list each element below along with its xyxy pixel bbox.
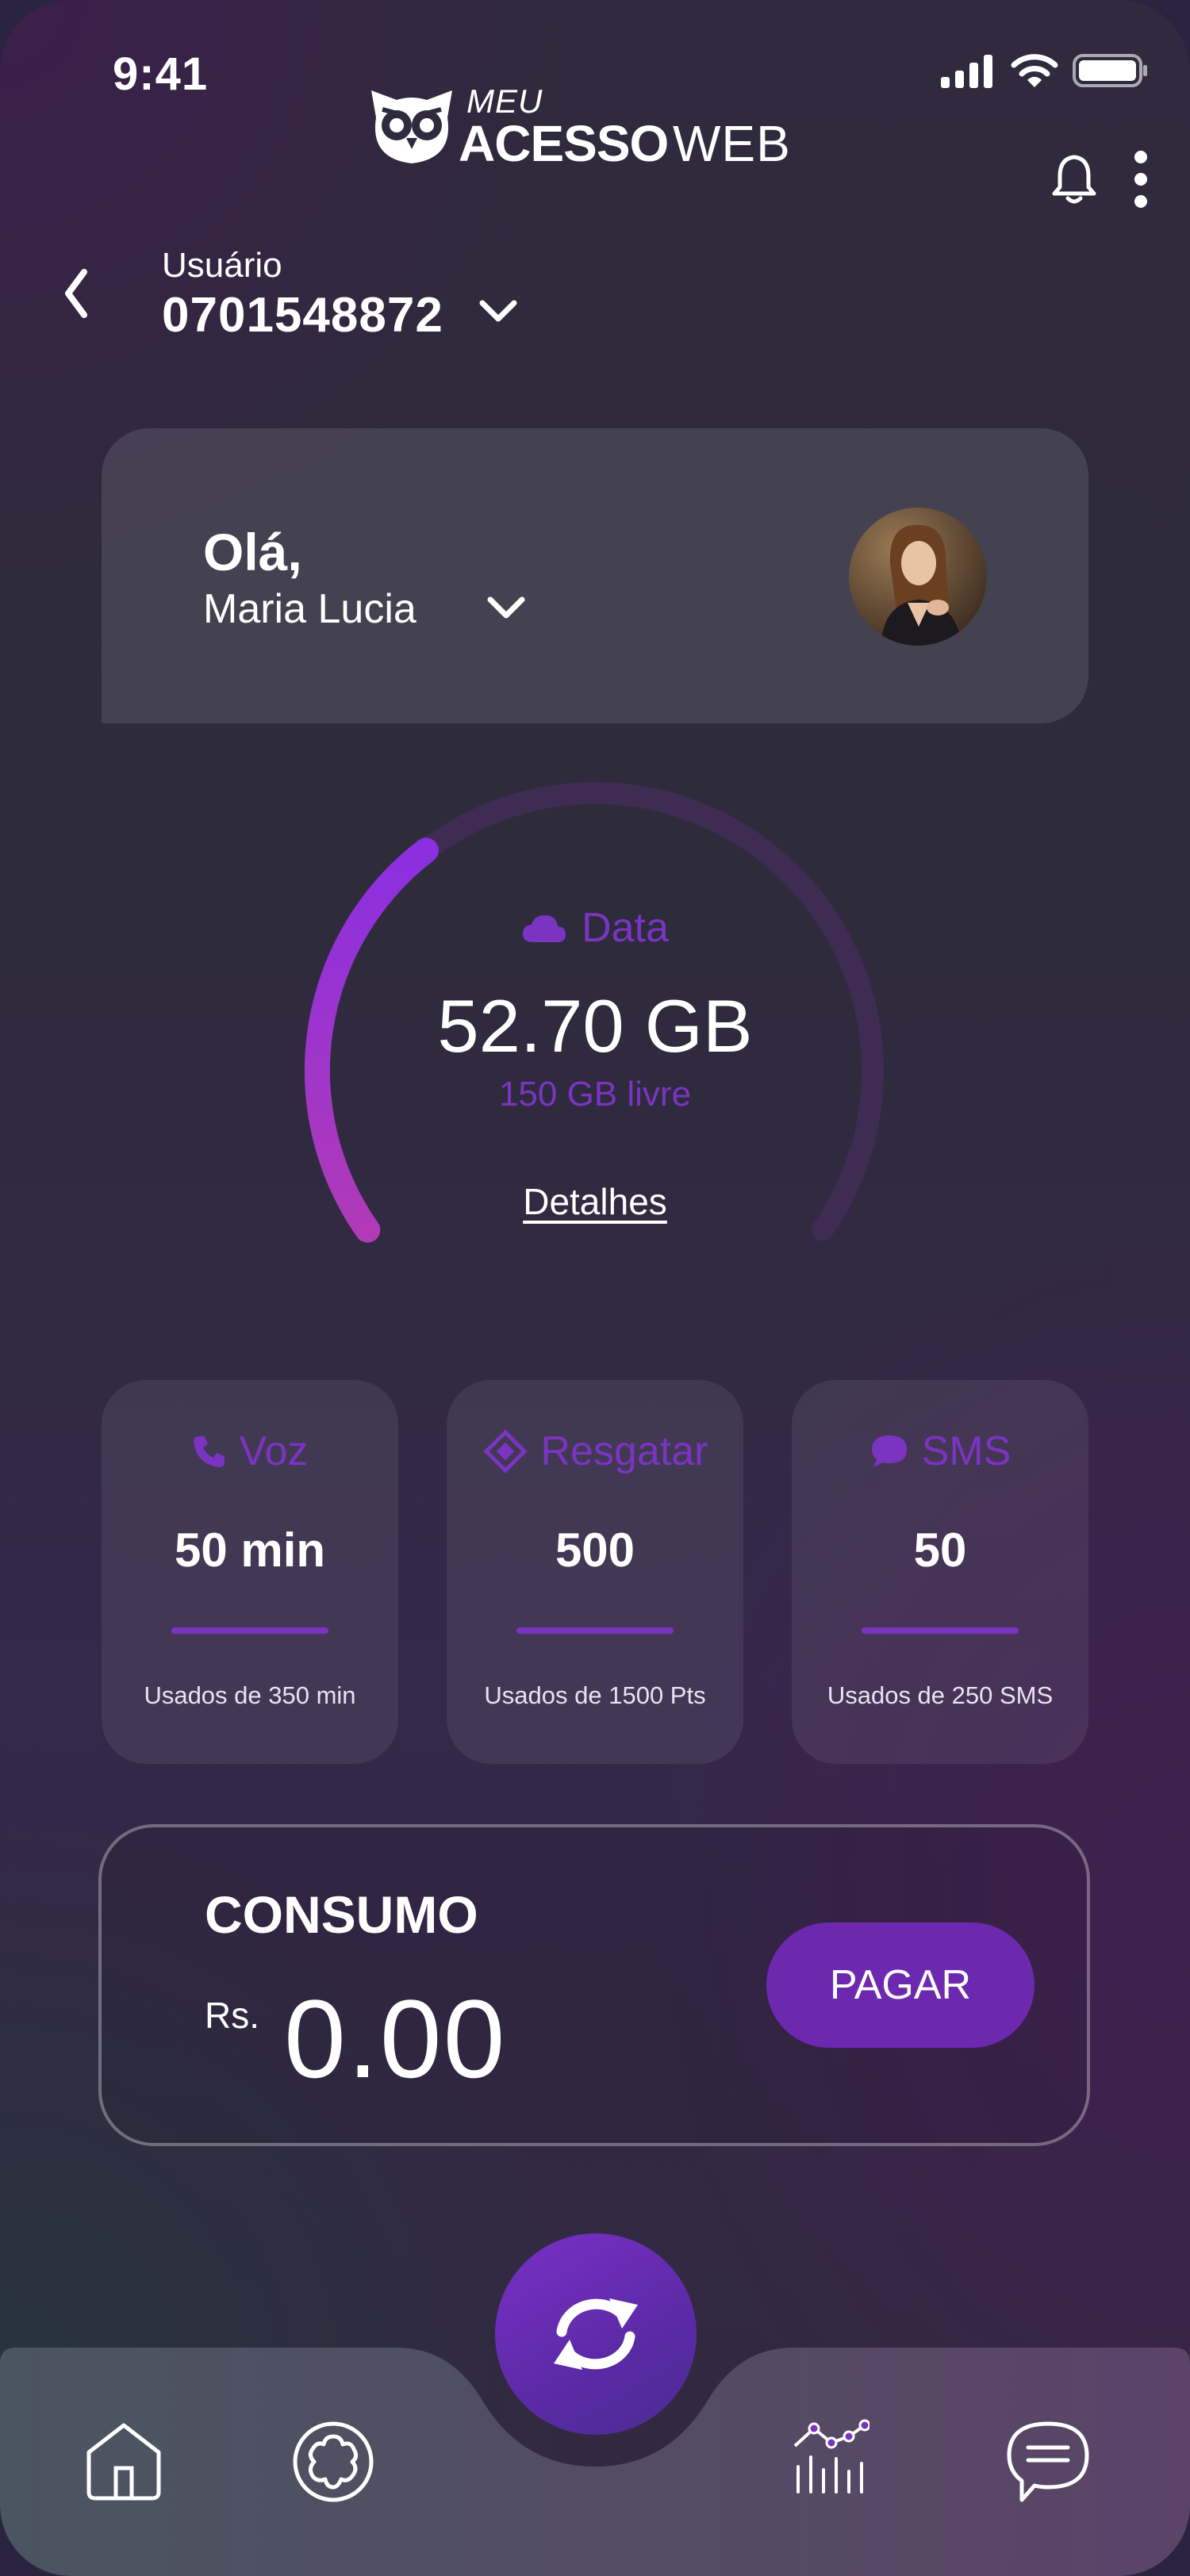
stat-bar [862,1627,1019,1634]
stat-title: SMS [921,1428,1012,1474]
refresh-icon [554,2298,638,2370]
diamond-icon [482,1429,528,1474]
app-logo: MEU ACESSO WEB [365,79,809,172]
stat-value: 50 [913,1524,967,1577]
refresh-button[interactable] [495,2233,697,2435]
greeting-hello: Olá, [203,523,302,581]
stat-title: Voz [239,1428,309,1474]
stat-subtitle: Usados de 1500 Pts [484,1681,706,1709]
cloud-icon [523,915,566,942]
currency-label: Rs. [205,1995,259,2036]
data-free-text: 150 GB livre [498,1075,692,1114]
user-label: Usuário [162,246,282,285]
data-used-value: 52.70 GB [437,984,753,1068]
greeting-name[interactable]: Maria Lucia [203,585,416,633]
consumption-title: CONSUMO [205,1885,478,1944]
status-time: 9:41 [113,48,209,100]
more-vertical-icon[interactable] [1133,151,1149,208]
pay-button[interactable]: PAGAR [766,1922,1035,2048]
redeem-card[interactable]: Resgatar 500 Usados de 1500 Pts [447,1380,743,1764]
signal-icon [941,55,992,88]
details-link[interactable]: Detalhes [0,1180,1190,1223]
consumption-card: CONSUMO Rs. 0.00 PAGAR [98,1824,1090,2146]
battery-icon [1073,54,1147,87]
owl-logo-icon [371,90,452,163]
stat-subtitle: Usados de 350 min [144,1681,356,1709]
back-arrow-icon[interactable] [60,266,92,321]
phone-icon [193,1436,225,1467]
data-label: Data [582,905,669,951]
app-screen: 9:41 MEU ACESSO WEB Usuário 0701548872 O… [0,0,1190,2576]
user-number[interactable]: 0701548872 [162,287,443,343]
stat-title: Resgatar [540,1428,708,1474]
stat-bar [516,1627,674,1634]
chart-icon[interactable] [790,2419,869,2498]
chat-bubble-icon [871,1436,907,1467]
stat-value: 500 [555,1524,635,1577]
wifi-icon [1011,54,1058,87]
stat-bar [171,1627,328,1634]
chevron-down-icon[interactable] [476,295,520,327]
chat-icon[interactable] [1004,2419,1092,2506]
logo-acesso-text: ACESSO [459,115,669,172]
logo-web-text: WEB [673,115,791,172]
home-icon[interactable] [81,2419,167,2505]
chevron-down-icon[interactable] [484,592,528,623]
greeting-card: Olá, Maria Lucia [102,428,1088,723]
stat-value: 50 min [174,1524,326,1577]
avatar[interactable] [849,508,987,646]
voice-card[interactable]: Voz 50 min Usados de 350 min [102,1380,398,1764]
sms-card[interactable]: SMS 50 Usados de 250 SMS [792,1380,1088,1764]
badge-icon[interactable] [290,2419,376,2505]
consumption-amount: 0.00 [284,1976,507,2101]
stat-subtitle: Usados de 250 SMS [827,1681,1054,1709]
bell-icon[interactable] [1050,152,1098,206]
